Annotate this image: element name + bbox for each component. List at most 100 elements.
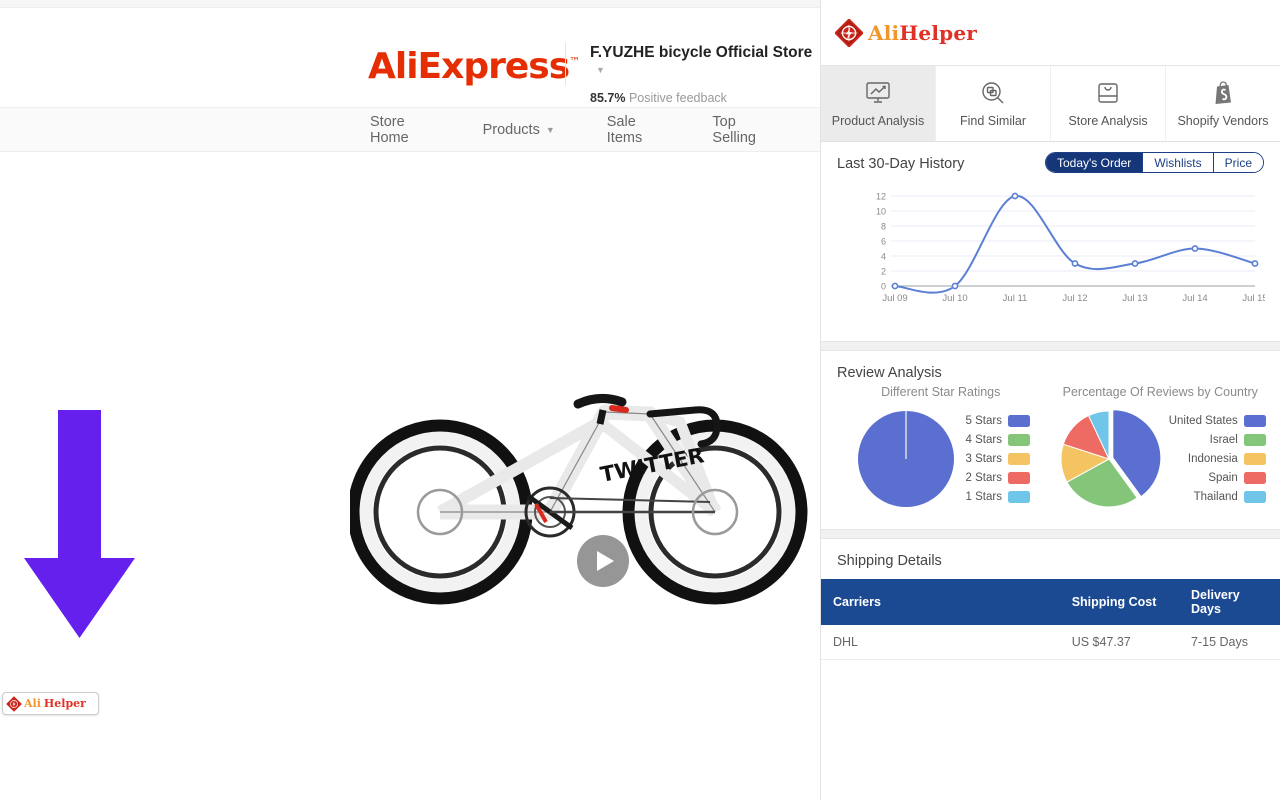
legend-label: Israel xyxy=(1209,434,1238,446)
legend-label: 3 Stars xyxy=(965,453,1002,465)
country-reviews-block: Percentage Of Reviews by Country United … xyxy=(1051,385,1271,513)
section-divider xyxy=(821,529,1280,539)
legend-item: 5 Stars xyxy=(966,415,1030,427)
play-icon xyxy=(597,551,614,571)
legend-label: 4 Stars xyxy=(965,434,1002,446)
aliexpress-logo[interactable]: AliExpress™ xyxy=(368,46,580,87)
legend-label: Thailand xyxy=(1193,491,1238,503)
svg-text:Jul 11: Jul 11 xyxy=(1003,293,1028,304)
logo-ali-text: Ali xyxy=(868,20,900,45)
nav-label: Products xyxy=(482,121,540,138)
review-charts: Different Star Ratings 5 Stars 4 Stars 3… xyxy=(821,381,1280,529)
store-icon xyxy=(1095,79,1121,107)
review-section: Review Analysis xyxy=(821,351,1280,381)
review-title: Review Analysis xyxy=(837,365,942,381)
star-ratings-title: Different Star Ratings xyxy=(881,385,1001,399)
chevron-down-icon[interactable]: ▼ xyxy=(596,65,605,75)
tab-label: Shopify Vendors xyxy=(1177,114,1269,128)
ali-helper-extension-panel: AliHelper Product Analysis Find Similar … xyxy=(820,0,1280,800)
badge-ali-text: Ali xyxy=(24,697,41,710)
legend-label: 1 Stars xyxy=(965,491,1002,503)
legend-swatch xyxy=(1007,415,1030,427)
tab-label: Product Analysis xyxy=(831,114,925,128)
header-divider xyxy=(565,43,566,85)
tab-product-analysis[interactable]: Product Analysis xyxy=(821,66,936,141)
nav-label: Sale Items xyxy=(606,113,643,146)
chart-monitor-icon xyxy=(865,79,891,107)
legend-swatch xyxy=(1243,453,1266,465)
panel-tabs: Product Analysis Find Similar Store Anal… xyxy=(821,66,1280,142)
legend-item: 4 Stars xyxy=(966,434,1030,446)
store-feedback: 85.7% Positive feedback xyxy=(590,91,820,105)
legend-swatch xyxy=(1007,434,1030,446)
cell-carrier: DHL xyxy=(821,625,1060,660)
toggle-todays-order[interactable]: Today's Order xyxy=(1045,153,1144,172)
legend-swatch xyxy=(1243,472,1266,484)
legend-item: 2 Stars xyxy=(966,472,1030,484)
badge-helper-text: Helper xyxy=(43,697,86,710)
play-video-button[interactable] xyxy=(577,535,629,587)
annotation-arrow-down-icon xyxy=(22,410,137,645)
nav-item-sale-items[interactable]: Sale Items xyxy=(607,114,661,146)
browser-top-strip xyxy=(0,0,820,8)
column-delivery-days: Delivery Days xyxy=(1179,579,1280,625)
screen: AliExpress™ F.YUZHE bicycle Official Sto… xyxy=(0,0,1280,800)
svg-text:2: 2 xyxy=(881,267,886,277)
legend-item: Spain xyxy=(1169,472,1266,484)
ali-helper-floating-badge[interactable]: Ali Helper xyxy=(2,692,99,715)
magnifier-image-icon xyxy=(980,79,1006,107)
column-shipping-cost: Shipping Cost xyxy=(1059,579,1180,625)
product-gallery: TWITTER Ali Helper xyxy=(0,152,820,715)
column-carriers: Carriers xyxy=(821,579,1060,625)
tab-shopify-vendors[interactable]: Shopify Vendors xyxy=(1166,66,1280,141)
country-reviews-pie-chart[interactable] xyxy=(1055,405,1163,513)
svg-text:12: 12 xyxy=(876,192,886,202)
cell-shipping-cost: US $47.37 xyxy=(1059,625,1180,660)
legend-label: Spain xyxy=(1208,472,1238,484)
nav-item-products[interactable]: Products ▼ xyxy=(483,122,555,138)
legend-swatch xyxy=(1007,453,1030,465)
history-line-chart[interactable]: 0 2 4 6 8 10 12 Jul 09 Jul 10 Jul 11 Jul 12 Jul 13 J… xyxy=(837,182,1268,327)
svg-text:4: 4 xyxy=(881,252,886,262)
table-row: DHL US $47.37 7-15 Days xyxy=(821,625,1280,660)
svg-text:10: 10 xyxy=(876,207,886,217)
history-metric-toggle: Today's Order Wishlists Price xyxy=(1044,152,1264,173)
legend-swatch xyxy=(1007,491,1030,503)
toggle-price[interactable]: Price xyxy=(1213,153,1263,172)
legend-label: Indonesia xyxy=(1187,453,1238,465)
tab-label: Find Similar xyxy=(960,114,1026,128)
star-ratings-legend: 5 Stars 4 Stars 3 Stars 2 Stars 1 Stars xyxy=(966,415,1030,503)
history-section: Last 30-Day History Today's Order Wishli… xyxy=(821,142,1280,333)
cell-delivery-days: 7-15 Days xyxy=(1179,625,1280,660)
ali-helper-diamond-icon xyxy=(834,17,864,48)
svg-text:Jul 14: Jul 14 xyxy=(1182,293,1207,304)
legend-item: Israel xyxy=(1169,434,1266,446)
legend-label: United States xyxy=(1168,415,1238,427)
section-divider xyxy=(821,341,1280,351)
legend-label: 2 Stars xyxy=(965,472,1002,484)
nav-label: Store Home xyxy=(370,113,409,146)
svg-text:Jul 10: Jul 10 xyxy=(942,293,967,304)
svg-text:Jul 13: Jul 13 xyxy=(1122,293,1147,304)
legend-swatch xyxy=(1007,472,1030,484)
tab-find-similar[interactable]: Find Similar xyxy=(936,66,1051,141)
legend-item: Thailand xyxy=(1169,491,1266,503)
legend-swatch xyxy=(1243,415,1266,427)
star-ratings-pie-chart[interactable] xyxy=(852,405,960,513)
feedback-percent: 85.7% xyxy=(590,91,626,105)
shopify-bag-icon xyxy=(1210,79,1236,107)
svg-text:Jul 12: Jul 12 xyxy=(1062,293,1087,304)
legend-swatch xyxy=(1243,434,1266,446)
legend-item: United States xyxy=(1169,415,1266,427)
star-ratings-block: Different Star Ratings 5 Stars 4 Stars 3… xyxy=(831,385,1051,513)
nav-item-top-selling[interactable]: Top Selling xyxy=(712,114,768,146)
chevron-down-icon: ▼ xyxy=(545,124,555,135)
toggle-wishlists[interactable]: Wishlists xyxy=(1143,153,1214,172)
svg-text:0: 0 xyxy=(881,282,886,292)
nav-item-store-home[interactable]: Store Home xyxy=(370,114,431,146)
country-reviews-legend: United States Israel Indonesia Spain Tha… xyxy=(1169,415,1266,503)
tab-store-analysis[interactable]: Store Analysis xyxy=(1051,66,1166,141)
panel-header: AliHelper xyxy=(821,0,1280,66)
store-header: AliExpress™ F.YUZHE bicycle Official Sto… xyxy=(0,8,820,108)
tab-label: Store Analysis xyxy=(1068,114,1148,128)
